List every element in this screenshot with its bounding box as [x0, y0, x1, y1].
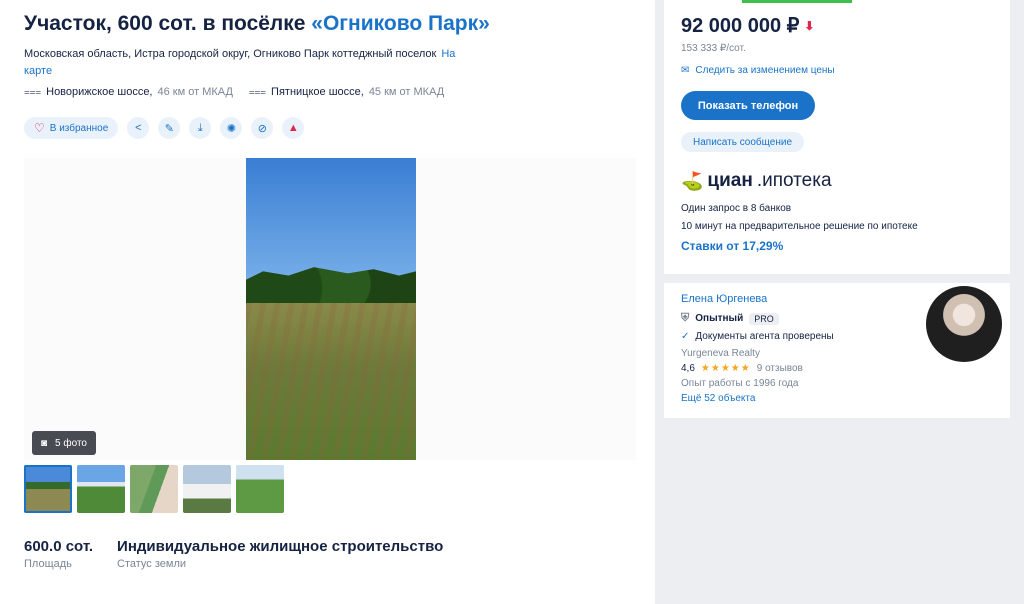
- agent-company: Yurgeneva Realty: [681, 348, 760, 359]
- agent-experience: Опыт работы с 1996 года: [681, 378, 799, 389]
- report-button[interactable]: ▲: [282, 117, 305, 139]
- facts: 600.0 сот. Площадь Индивидуальное жилищн…: [24, 538, 443, 570]
- photo-gallery[interactable]: ◙ 5 фото: [24, 158, 636, 460]
- mail-icon: ✉: [681, 65, 690, 76]
- main-photo[interactable]: [246, 158, 416, 460]
- follow-price-link[interactable]: ✉ Следить за изменением цены: [681, 65, 835, 76]
- photo-count-label: 5 фото: [55, 437, 87, 449]
- share-button[interactable]: <: [127, 117, 150, 139]
- shield-icon: ⛨: [681, 312, 690, 324]
- mortgage-card[interactable]: ⛳ циан .ипотека Один запрос в 8 банков 10…: [664, 158, 1010, 274]
- price-value: 92 000 000 ₽: [681, 15, 800, 37]
- photo-sky: [246, 158, 416, 283]
- mortgage-line2: 10 минут на предварительное решение по и…: [681, 221, 918, 232]
- logo-brand: циан: [707, 170, 753, 191]
- more-objects-link[interactable]: Ещё 52 объекта: [681, 393, 755, 404]
- fact-value: 600.0 сот.: [24, 538, 94, 555]
- photo-field: [246, 303, 416, 460]
- highway-item: ⩶ Пятницкое шоссе, 45 км от МКАД: [249, 86, 444, 98]
- camera-icon: ◙: [41, 437, 48, 449]
- agent-docs: ✓ Документы агента проверены: [681, 331, 834, 342]
- thumbnail[interactable]: [130, 465, 178, 513]
- address-text: Московская область, Истра городской окру…: [24, 48, 437, 60]
- top-strip: [742, 0, 852, 3]
- fact-land-status: Индивидуальное жилищное строительство Ст…: [117, 538, 443, 570]
- price: 92 000 000 ₽ ⬇: [681, 13, 814, 38]
- fact-label: Статус земли: [117, 558, 187, 570]
- page-title: Участок, 600 сот. в посёлке «Огниково Па…: [24, 12, 490, 36]
- follow-price-label: Следить за изменением цены: [695, 65, 835, 76]
- heart-icon: ♡: [34, 121, 45, 135]
- cian-ipoteka-logo: ⛳ циан .ипотека: [681, 170, 832, 192]
- thumbnail[interactable]: [183, 465, 231, 513]
- price-down-icon[interactable]: ⬇: [804, 19, 814, 33]
- highway-name: Новорижское шоссе,: [46, 86, 153, 98]
- thumbnail-strip: [24, 465, 284, 513]
- gear-icon: ✺: [226, 122, 236, 135]
- download-button[interactable]: ⤓: [189, 117, 212, 139]
- pro-badge: PRO: [749, 312, 779, 325]
- show-phone-button[interactable]: Показать телефон: [681, 91, 815, 120]
- write-message-button[interactable]: Написать сообщение: [681, 132, 805, 152]
- check-icon: ✓: [681, 331, 690, 342]
- thumbnail[interactable]: [77, 465, 125, 513]
- fact-area: 600.0 сот. Площадь: [24, 538, 93, 570]
- mortgage-rate-link[interactable]: Ставки от 17,29%: [681, 239, 783, 253]
- logo-product: .ипотека: [756, 170, 832, 191]
- thumbnail[interactable]: [24, 465, 72, 513]
- fact-label: Площадь: [24, 558, 72, 570]
- share-icon: <: [135, 122, 142, 134]
- road-icon: ⩶: [248, 86, 267, 98]
- favorite-label: В избранное: [49, 122, 109, 134]
- agent-level: Опытный: [695, 313, 744, 324]
- favorite-button[interactable]: ♡ В избранное: [24, 117, 119, 139]
- reviews-link[interactable]: 9 отзывов: [757, 363, 803, 374]
- hide-button[interactable]: ⊘: [251, 117, 274, 139]
- highway-item: ⩶ Новорижское шоссе, 46 км от МКАД: [24, 86, 233, 98]
- highway-distance: 45 км от МКАД: [368, 86, 445, 98]
- rating-score: 4,6: [681, 363, 695, 374]
- photo-count-badge[interactable]: ◙ 5 фото: [32, 431, 96, 455]
- thumbnail[interactable]: [236, 465, 284, 513]
- address: Московская область, Истра городской окру…: [24, 46, 464, 80]
- pencil-icon: ✎: [164, 122, 174, 135]
- agent-badge: ⛨ Опытный PRO: [681, 312, 779, 325]
- mortgage-line1: Один запрос в 8 банков: [681, 203, 792, 214]
- village-link[interactable]: «Огниково Парк»: [311, 12, 490, 35]
- agent-rating: 4,6 ★★★★★ 9 отзывов: [681, 363, 803, 374]
- eye-off-icon: ⊘: [257, 122, 267, 135]
- price-card: 92 000 000 ₽ ⬇ 153 333 ₽/сот. ✉ Следить …: [664, 0, 1010, 158]
- star-icons: ★★★★★: [700, 363, 751, 374]
- highways: ⩶ Новорижское шоссе, 46 км от МКАД ⩶ Пят…: [24, 86, 444, 98]
- edit-button[interactable]: ✎: [158, 117, 181, 139]
- title-prefix: Участок, 600 сот. в посёлке: [24, 12, 312, 35]
- road-icon: ⩶: [24, 86, 42, 98]
- price-per-sotka: 153 333 ₽/сот.: [681, 43, 746, 54]
- agent-docs-label: Документы агента проверены: [695, 331, 834, 342]
- highway-name: Пятницкое шоссе,: [271, 86, 364, 98]
- avatar[interactable]: [926, 286, 1002, 362]
- warning-icon: ▲: [287, 122, 299, 134]
- agent-name[interactable]: Елена Юргенева: [681, 293, 767, 305]
- download-icon: ⤓: [197, 121, 203, 134]
- listing-main: Участок, 600 сот. в посёлке «Огниково Па…: [0, 0, 655, 604]
- fact-value: Индивидуальное жилищное строительство: [117, 538, 444, 555]
- agent-card: Елена Юргенева ⛨ Опытный PRO ✓ Документы…: [664, 283, 1010, 418]
- highway-distance: 46 км от МКАД: [157, 86, 233, 98]
- action-bar: ♡ В избранное < ✎ ⤓ ✺ ⊘ ▲: [24, 117, 305, 139]
- settings-button[interactable]: ✺: [220, 117, 243, 139]
- cian-logo-icon: ⛳: [681, 170, 704, 191]
